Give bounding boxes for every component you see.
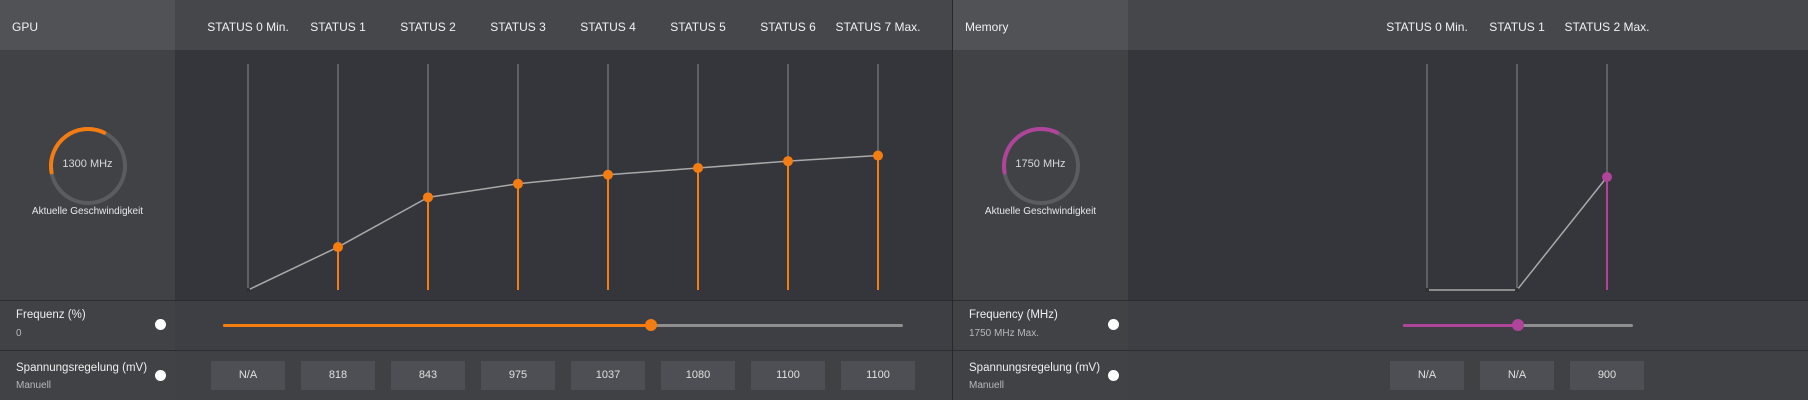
gpu-frequency-toggle[interactable] (155, 319, 166, 330)
gpu-row-separator (175, 350, 952, 351)
gpu-row-separator (0, 350, 175, 351)
memory-voltage-mode: Manuell (969, 380, 1005, 391)
memory-row-separator (953, 350, 1128, 351)
memory-gauge-value: 1750 MHz (1015, 158, 1066, 170)
gpu-row-separator (0, 300, 175, 301)
memory-frequency-slider-fill (1403, 324, 1518, 327)
gpu-chart-area: STATUS 0 Min. STATUS 1 STATUS 2 STATUS 3… (175, 0, 952, 400)
gpu-state-point (603, 169, 613, 180)
gpu-voltage-box[interactable]: 1100 (841, 361, 915, 390)
gpu-row-separator (175, 300, 952, 301)
gpu-state-point (783, 156, 793, 167)
gpu-gauge-value: 1300 MHz (62, 158, 113, 170)
gpu-state-point (873, 150, 883, 161)
memory-voltage-row (1128, 351, 1808, 400)
gpu-voltage-box[interactable]: 1100 (751, 361, 825, 390)
memory-voltage-label: Spannungsregelung (mV) (969, 362, 1101, 374)
memory-row-separator (1128, 350, 1808, 351)
gpu-state-point (693, 162, 703, 173)
gpu-voltage-box[interactable]: 1080 (661, 361, 735, 390)
memory-frequency-toggle[interactable] (1108, 319, 1119, 330)
memory-row-separator (953, 300, 1128, 301)
gpu-voltage-box[interactable]: 975 (481, 361, 555, 390)
gpu-voltage-mode: Manuell (16, 380, 52, 391)
memory-voltage-box[interactable]: 900 (1570, 361, 1644, 390)
gpu-state-point (423, 192, 433, 203)
gpu-voltage-box[interactable]: 1037 (571, 361, 645, 390)
memory-voltage-box[interactable]: N/A (1480, 361, 1554, 390)
memory-frequency-slider-thumb[interactable] (1512, 319, 1524, 331)
memory-panel: Memory 1750 MHz Aktuelle Geschwindigkeit… (953, 0, 1808, 400)
memory-frequency-value: 1750 MHz Max. (969, 328, 1040, 339)
gpu-voltage-row (175, 351, 952, 400)
memory-gauge-caption: Aktuelle Geschwindigkeit (984, 206, 1097, 217)
memory-voltage-box[interactable]: N/A (1390, 361, 1464, 390)
memory-frequency-label: Frequency (MHz) (969, 309, 1058, 321)
gpu-left-column: GPU 1300 MHz Aktuelle Geschwindigkeit Fr… (0, 0, 175, 400)
memory-chart-area: STATUS 0 Min. STATUS 1 STATUS 2 Max. N/A… (1128, 0, 1808, 400)
gpu-state-curve (247, 154, 879, 291)
memory-state-point-disabled (1515, 288, 1519, 292)
gpu-voltage-label: Spannungsregelung (mV) (16, 362, 148, 374)
gpu-voltage-box[interactable]: 843 (391, 361, 465, 390)
gpu-state-chart (246, 64, 883, 292)
gpu-frequency-value: 0 (16, 328, 22, 339)
gpu-state-point (513, 178, 523, 189)
memory-row-separator (1128, 300, 1808, 301)
gpu-panel-title: GPU (12, 20, 39, 34)
gpu-frequency-label: Frequenz (%) (16, 309, 86, 321)
memory-state-point (1602, 172, 1612, 182)
memory-left-column: Memory 1750 MHz Aktuelle Geschwindigkeit… (953, 0, 1128, 400)
gpu-state-point (333, 242, 343, 253)
memory-panel-title: Memory (965, 20, 1009, 34)
memory-state-chart (1425, 64, 1612, 292)
gpu-panel: GPU 1300 MHz Aktuelle Geschwindigkeit Fr… (0, 0, 952, 400)
gpu-voltage-box[interactable]: N/A (211, 361, 285, 390)
memory-voltage-toggle[interactable] (1108, 370, 1119, 381)
gpu-state-point-disabled (246, 288, 250, 292)
gpu-gauge-caption: Aktuelle Geschwindigkeit (31, 206, 144, 217)
gpu-voltage-toggle[interactable] (155, 370, 166, 381)
gpu-voltage-box[interactable]: 818 (301, 361, 375, 390)
gpu-frequency-slider-fill (223, 324, 652, 327)
memory-state-point-disabled (1425, 288, 1429, 292)
